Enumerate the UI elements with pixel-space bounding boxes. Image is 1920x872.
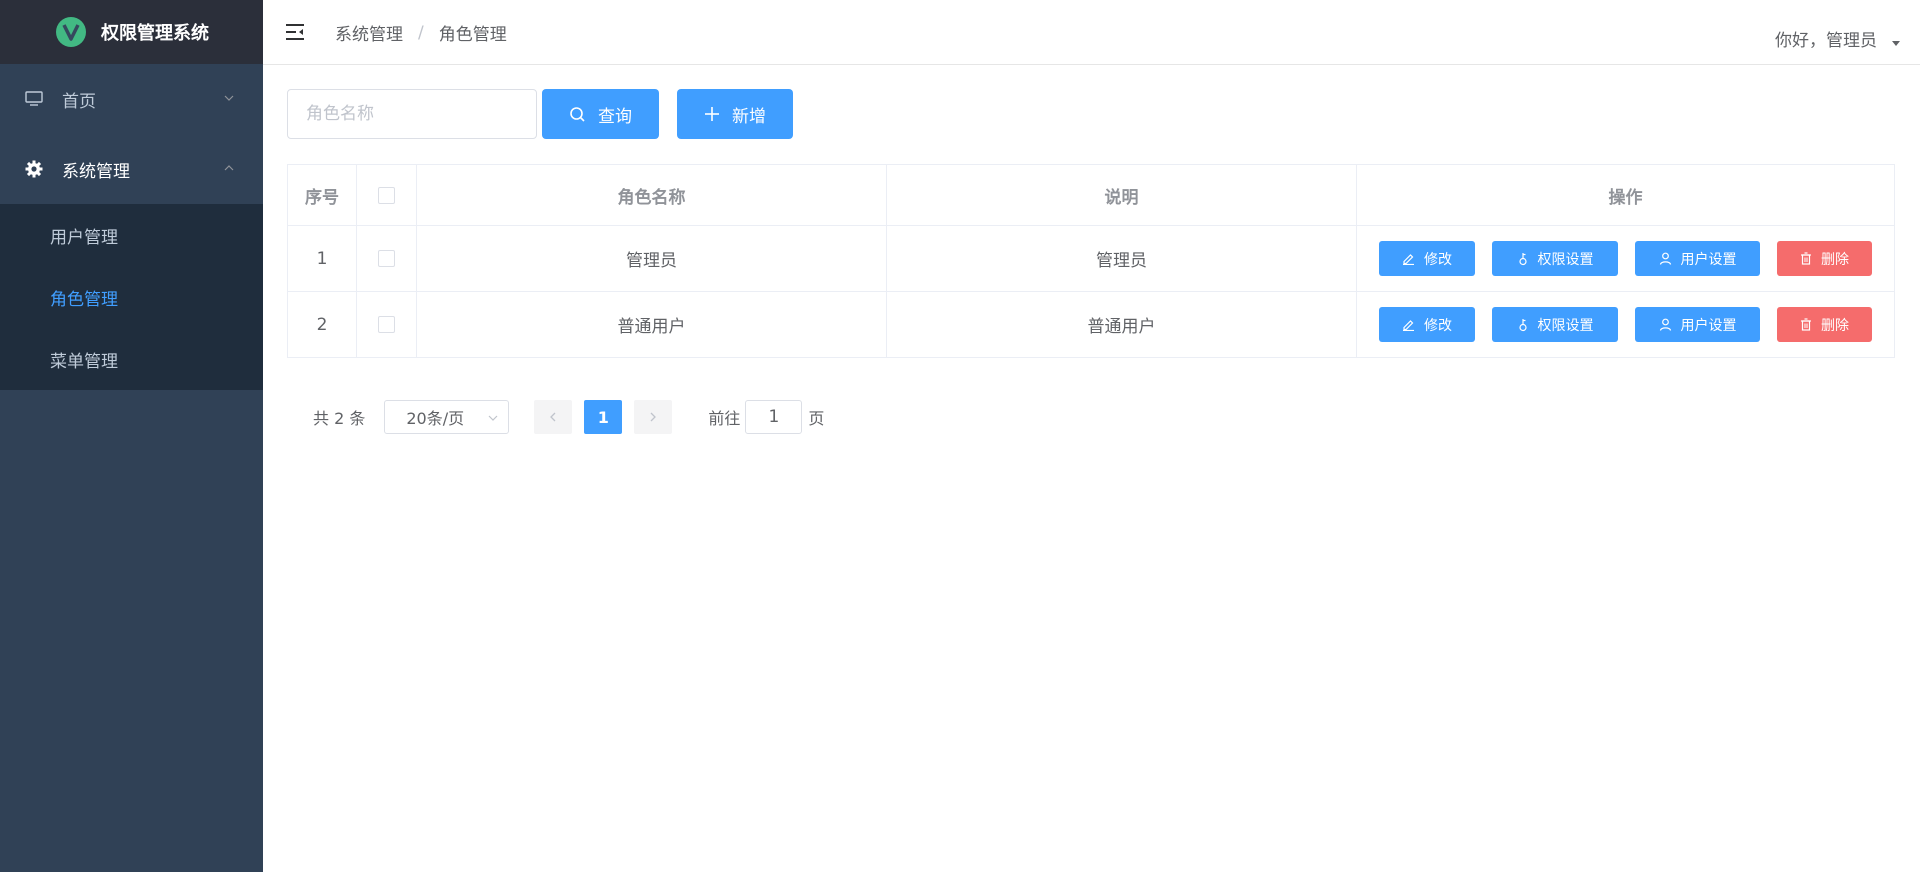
edit-button[interactable]: 修改 xyxy=(1379,307,1475,342)
permission-settings-button[interactable]: 权限设置 xyxy=(1492,307,1618,342)
sidebar-item-label: 菜单管理 xyxy=(50,351,118,372)
pagination: 共 2 条 20条/页 1 前往 页 xyxy=(313,400,824,434)
sidebar-item-label: 角色管理 xyxy=(50,289,118,310)
delete-button-label: 删除 xyxy=(1821,251,1849,268)
gear-icon xyxy=(24,159,44,179)
menu-fold-icon[interactable] xyxy=(283,20,307,44)
add-role-button[interactable]: 新增 xyxy=(677,89,793,139)
page-number-current[interactable]: 1 xyxy=(584,400,623,434)
cell-role-name: 管理员 xyxy=(416,225,887,292)
submenu-system: 用户管理 角色管理 菜单管理 xyxy=(0,204,263,390)
sidebar: 权限管理系统 首页 系统管理 用户管理 角色管理 菜单管理 xyxy=(0,0,263,872)
cell-index: 1 xyxy=(287,225,357,292)
query-button[interactable]: 查询 xyxy=(542,89,659,139)
chevron-down-icon xyxy=(224,95,234,101)
search-icon xyxy=(570,106,585,122)
user-greeting: 你好，管理员 xyxy=(1775,31,1877,51)
breadcrumb-item-current: 角色管理 xyxy=(438,25,507,45)
caret-down-icon xyxy=(1892,41,1900,46)
row-checkbox[interactable] xyxy=(378,316,395,333)
user-settings-button[interactable]: 用户设置 xyxy=(1635,241,1760,276)
sidebar-logo: 权限管理系统 xyxy=(0,0,263,64)
trash-icon xyxy=(1801,318,1811,331)
cell-operations: 修改 权限设置 用户设置 删除 xyxy=(1356,225,1895,292)
trash-icon xyxy=(1801,252,1811,265)
app-title: 权限管理系统 xyxy=(101,23,209,44)
jump-label: 前往 xyxy=(708,409,741,428)
delete-button[interactable]: 删除 xyxy=(1777,307,1872,342)
sidebar-item-roles[interactable]: 角色管理 xyxy=(0,266,263,328)
row-actions: 修改 权限设置 用户设置 删除 xyxy=(1357,241,1894,276)
sidebar-item-users[interactable]: 用户管理 xyxy=(0,204,263,266)
cell-role-name: 普通用户 xyxy=(416,291,887,358)
table-row: 1 管理员 管理员 修改 权限设置 用户设置 删除 xyxy=(287,225,1895,292)
cell-description: 管理员 xyxy=(886,225,1357,292)
user-settings-button-label: 用户设置 xyxy=(1680,317,1737,334)
column-header-role-name: 角色名称 xyxy=(416,164,887,226)
role-name-search-input[interactable] xyxy=(287,89,537,139)
sidebar-item-menus[interactable]: 菜单管理 xyxy=(0,328,263,390)
next-page-button[interactable] xyxy=(634,400,673,434)
column-header-description: 说明 xyxy=(886,164,1357,226)
main-content: 系统管理 / 角色管理 你好，管理员 查询 新增 xyxy=(263,0,1920,872)
app-root: 权限管理系统 首页 系统管理 用户管理 角色管理 菜单管理 系统管理 / 角色管… xyxy=(0,0,1920,872)
query-button-label: 查询 xyxy=(598,106,632,127)
select-all-checkbox[interactable] xyxy=(378,186,395,204)
chevron-right-icon xyxy=(650,412,657,422)
monitor-icon xyxy=(24,89,44,109)
pagination-total: 共 2 条 xyxy=(313,409,366,428)
edit-button[interactable]: 修改 xyxy=(1379,241,1475,276)
user-icon xyxy=(1659,318,1671,331)
column-header-index: 序号 xyxy=(287,164,357,226)
edit-button-label: 修改 xyxy=(1424,251,1452,268)
table-header-row: 序号 角色名称 说明 操作 xyxy=(287,164,1895,226)
sidebar-item-label: 系统管理 xyxy=(62,161,130,182)
edit-icon xyxy=(1403,320,1414,331)
search-toolbar: 查询 新增 xyxy=(287,89,793,139)
key-icon xyxy=(1518,252,1527,265)
breadcrumb: 系统管理 / 角色管理 xyxy=(335,20,507,46)
sidebar-item-home[interactable]: 首页 xyxy=(0,64,263,134)
user-settings-button-label: 用户设置 xyxy=(1680,251,1737,268)
column-header-operations: 操作 xyxy=(1356,164,1895,226)
row-actions: 修改 权限设置 用户设置 删除 xyxy=(1357,307,1894,342)
sidebar-item-label: 首页 xyxy=(62,91,96,112)
jump-page-input[interactable] xyxy=(745,400,803,434)
chevron-down-icon xyxy=(488,415,498,421)
key-icon xyxy=(1518,318,1527,331)
chevron-left-icon xyxy=(550,412,556,422)
vue-logo-icon xyxy=(56,17,86,47)
cell-index: 2 xyxy=(287,291,357,358)
cell-select xyxy=(356,225,417,292)
user-settings-button[interactable]: 用户设置 xyxy=(1635,307,1760,342)
prev-page-button[interactable] xyxy=(534,400,573,434)
roles-table: 序号 角色名称 说明 操作 1 管理员 管理员 修改 权限设置 用户设置 删除 … xyxy=(287,164,1895,358)
cell-description: 普通用户 xyxy=(886,291,1357,358)
breadcrumb-item-system[interactable]: 系统管理 xyxy=(335,20,403,45)
chevron-up-icon xyxy=(224,165,234,171)
cell-select xyxy=(356,291,417,358)
breadcrumb-separator: / xyxy=(418,22,424,43)
cell-operations: 修改 权限设置 用户设置 删除 xyxy=(1356,291,1895,358)
row-checkbox[interactable] xyxy=(378,250,395,267)
edit-icon xyxy=(1403,254,1414,265)
permission-button-label: 权限设置 xyxy=(1537,317,1594,334)
permission-button-label: 权限设置 xyxy=(1537,251,1594,268)
edit-button-label: 修改 xyxy=(1424,317,1452,334)
column-header-select xyxy=(356,164,417,226)
user-dropdown[interactable]: 你好，管理员 xyxy=(1775,26,1900,51)
plus-icon xyxy=(705,107,719,121)
jump-suffix: 页 xyxy=(808,409,825,428)
sidebar-item-system[interactable]: 系统管理 xyxy=(0,134,263,204)
sidebar-item-label: 用户管理 xyxy=(50,227,118,248)
navbar: 系统管理 / 角色管理 你好，管理员 xyxy=(263,0,1920,65)
user-icon xyxy=(1659,252,1671,265)
permission-settings-button[interactable]: 权限设置 xyxy=(1492,241,1618,276)
delete-button-label: 删除 xyxy=(1821,317,1849,334)
page-size-select[interactable]: 20条/页 xyxy=(384,400,510,434)
page-size-value: 20条/页 xyxy=(406,409,465,428)
table-row: 2 普通用户 普通用户 修改 权限设置 用户设置 删除 xyxy=(287,291,1895,358)
add-button-label: 新增 xyxy=(732,106,766,127)
delete-button[interactable]: 删除 xyxy=(1777,241,1872,276)
